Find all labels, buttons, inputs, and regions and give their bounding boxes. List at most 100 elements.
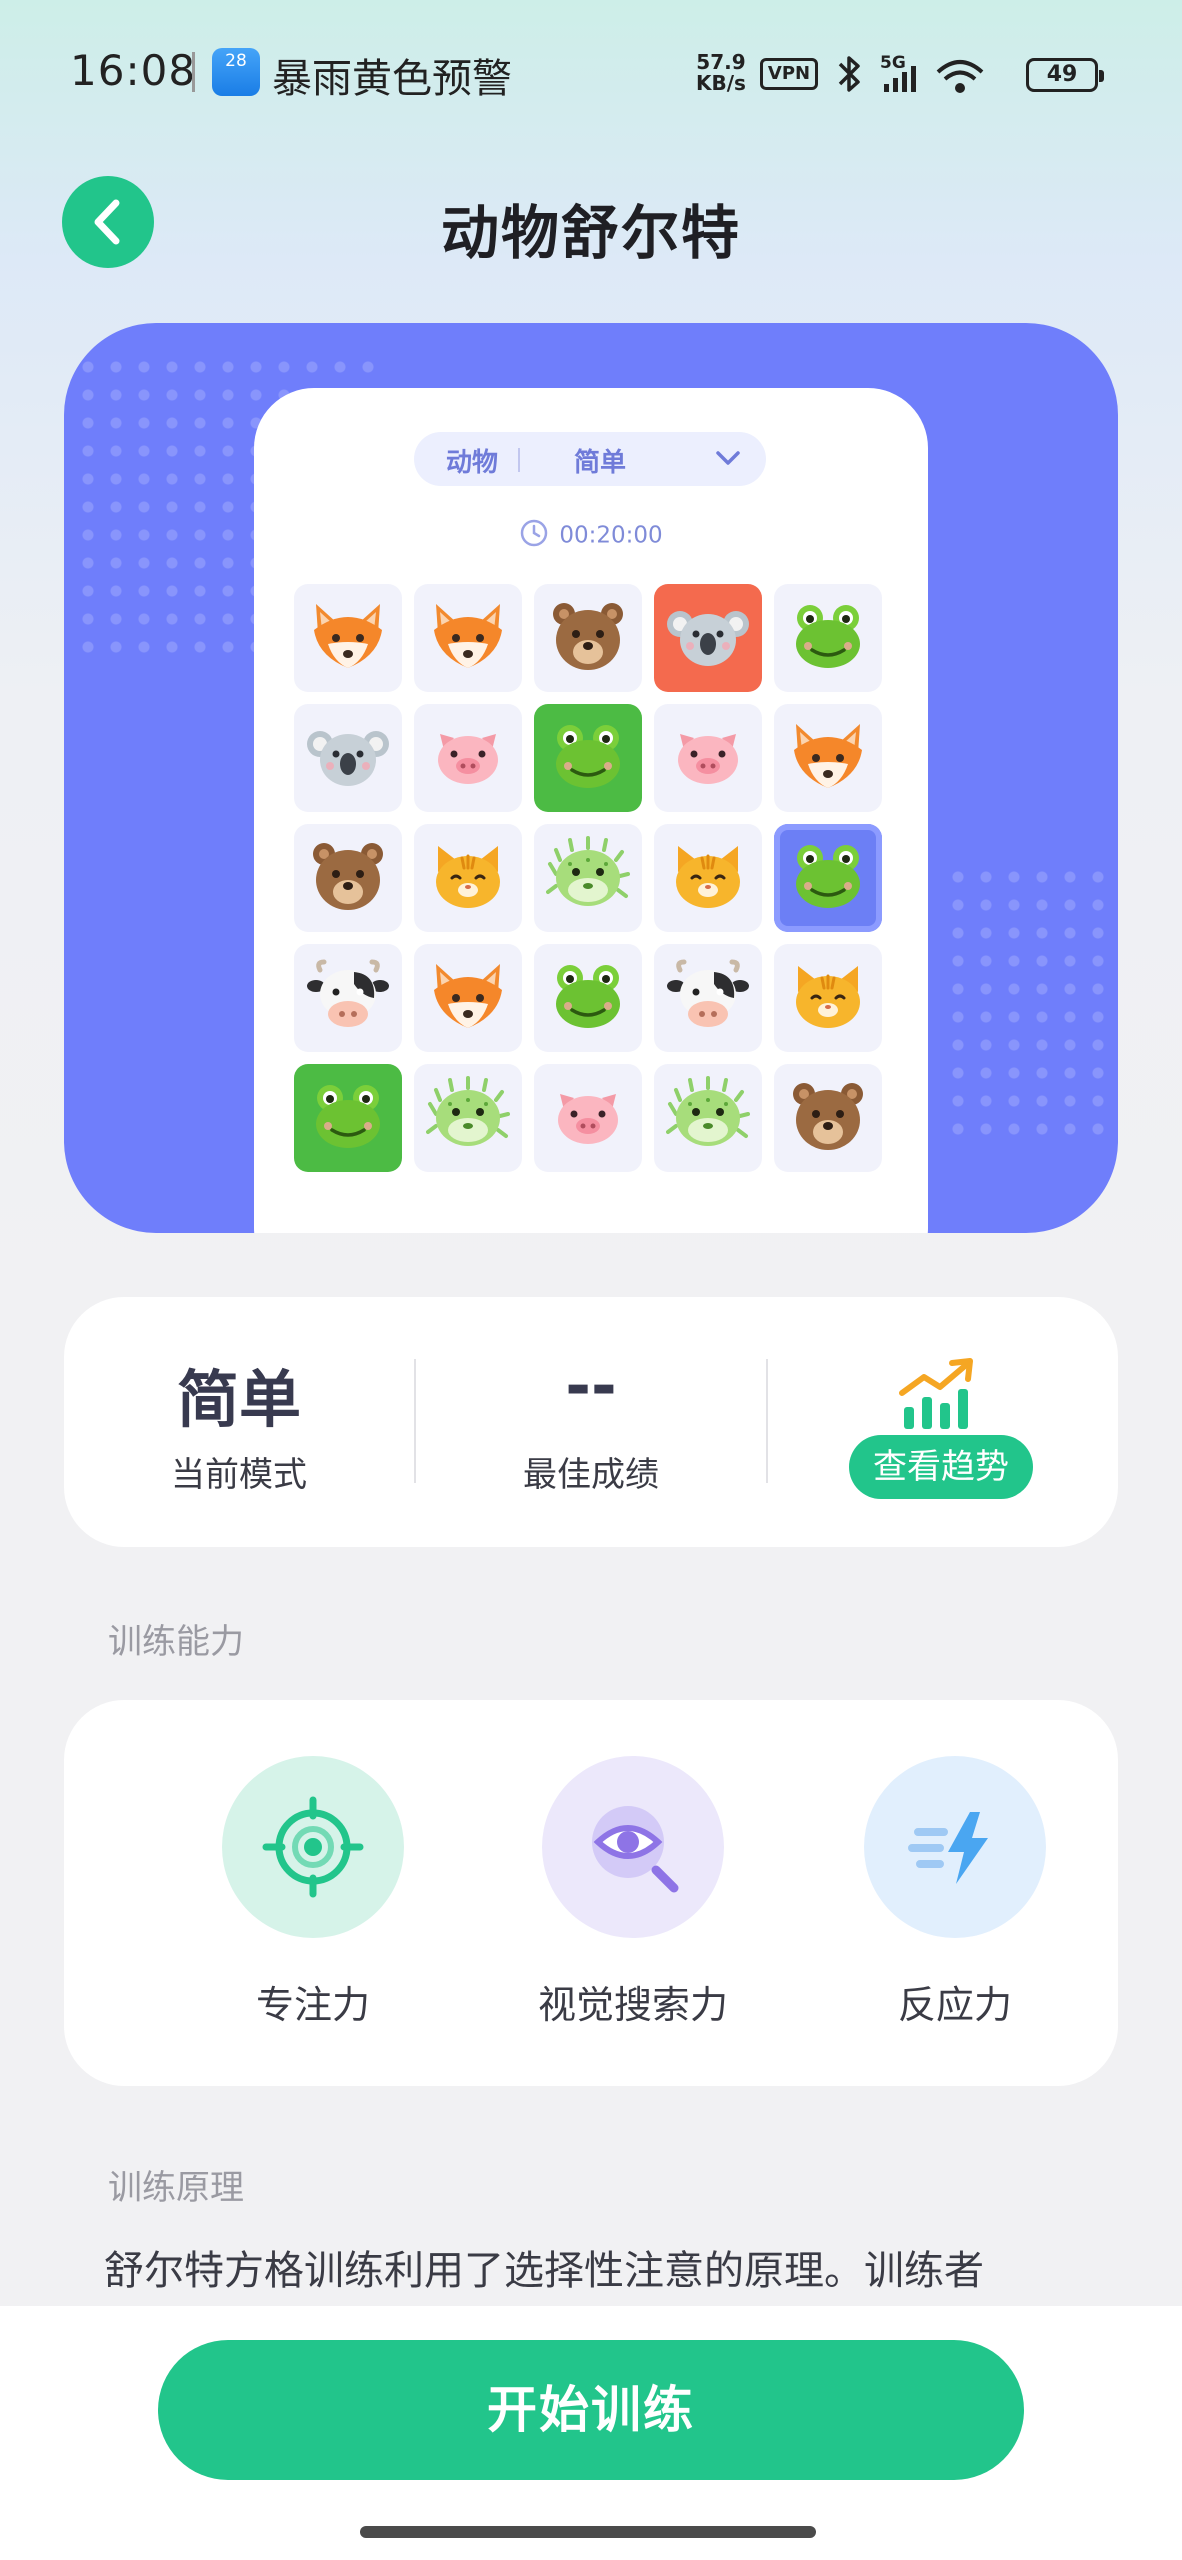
cow-icon bbox=[666, 954, 750, 1042]
chevron-down-icon bbox=[716, 451, 740, 465]
frog-icon bbox=[306, 1074, 390, 1162]
grid-cell bbox=[774, 1064, 882, 1172]
grid-cell bbox=[774, 824, 882, 932]
grid-cell bbox=[414, 704, 522, 812]
pufferfish-icon bbox=[546, 834, 630, 922]
fox-icon bbox=[306, 594, 390, 682]
koala-icon bbox=[306, 714, 390, 802]
current-mode-value: 简单 bbox=[176, 1363, 301, 1436]
preview-screen: 动物 简单 00:20:00 bbox=[254, 388, 928, 1233]
category-label: 动物 bbox=[446, 448, 499, 478]
network-type: 5G bbox=[880, 53, 906, 73]
weather-icon: 28 bbox=[212, 48, 260, 96]
grid-cell bbox=[654, 944, 762, 1052]
network-speed: 57.9 KB/s bbox=[696, 52, 746, 94]
weather-alert: 暴雨黄色预警 bbox=[272, 56, 512, 102]
grid-cell bbox=[534, 704, 642, 812]
game-preview: 动物 简单 00:20:00 bbox=[64, 323, 1118, 1233]
frog-icon bbox=[546, 714, 630, 802]
start-training-button[interactable]: 开始训练 bbox=[158, 2340, 1024, 2480]
mode-divider bbox=[518, 448, 520, 472]
grid-cell bbox=[294, 704, 402, 812]
status-time: 16:08 bbox=[70, 46, 197, 95]
grid-cell bbox=[774, 584, 882, 692]
cat-icon bbox=[426, 834, 510, 922]
timer: 00:20:00 bbox=[254, 518, 928, 554]
cat-icon bbox=[786, 954, 870, 1042]
fox-icon bbox=[426, 954, 510, 1042]
grid-cell bbox=[774, 944, 882, 1052]
pig-icon bbox=[426, 714, 510, 802]
view-trend-button[interactable]: 查看趋势 bbox=[849, 1435, 1033, 1499]
mode-selector: 动物 简单 bbox=[414, 432, 766, 486]
stats-card: 简单 当前模式 -- 最佳成绩 查看趋势 bbox=[64, 1297, 1118, 1547]
schulte-grid bbox=[294, 584, 894, 1172]
principle-text: 舒尔特方格训练利用了选择性注意的原理。训练者 bbox=[104, 2248, 984, 2294]
grid-cell bbox=[534, 944, 642, 1052]
grid-cell bbox=[654, 824, 762, 932]
bear-icon bbox=[306, 834, 390, 922]
grid-cell bbox=[654, 704, 762, 812]
grid-cell bbox=[294, 1064, 402, 1172]
status-separator bbox=[192, 52, 195, 92]
pig-icon bbox=[546, 1074, 630, 1162]
grid-cell bbox=[534, 824, 642, 932]
network-speed-value: 57.9 bbox=[696, 50, 746, 74]
pufferfish-icon bbox=[426, 1074, 510, 1162]
grid-cell bbox=[654, 584, 762, 692]
current-mode-label: 当前模式 bbox=[171, 1455, 307, 1495]
best-score-label: 最佳成绩 bbox=[523, 1455, 659, 1495]
fox-icon bbox=[786, 714, 870, 802]
frog-icon bbox=[786, 594, 870, 682]
grid-cell bbox=[294, 824, 402, 932]
bear-icon bbox=[786, 1074, 870, 1162]
difficulty-label: 简单 bbox=[574, 448, 627, 478]
cat-icon bbox=[666, 834, 750, 922]
bear-icon bbox=[546, 594, 630, 682]
grid-cell bbox=[654, 1064, 762, 1172]
abilities-section-label: 训练能力 bbox=[108, 1622, 244, 1662]
koala-icon bbox=[666, 594, 750, 682]
grid-cell bbox=[534, 1064, 642, 1172]
vpn-badge: VPN bbox=[760, 58, 818, 90]
lightning-icon bbox=[864, 1756, 1046, 1938]
status-icons: 5G bbox=[834, 50, 1014, 106]
home-indicator[interactable] bbox=[360, 2526, 816, 2538]
timer-value: 00:20:00 bbox=[559, 522, 663, 549]
network-speed-unit: KB/s bbox=[696, 71, 746, 95]
bottom-bar: 开始训练 bbox=[0, 2306, 1182, 2560]
battery-icon: 49 bbox=[1026, 58, 1104, 92]
cow-icon bbox=[306, 954, 390, 1042]
ability-label: 视觉搜索力 bbox=[537, 1983, 728, 2027]
eye-search-icon bbox=[542, 1756, 724, 1938]
trend-chart-icon bbox=[899, 1358, 973, 1429]
status-bar: 16:08 28 暴雨黄色预警 57.9 KB/s VPN 5G 49 bbox=[0, 0, 1182, 150]
best-score-stat: -- 最佳成绩 bbox=[416, 1297, 766, 1547]
trend-stat bbox=[768, 1297, 1118, 1547]
target-icon bbox=[222, 1756, 404, 1938]
frog-icon bbox=[546, 954, 630, 1042]
ability-label: 专注力 bbox=[255, 1983, 370, 2027]
grid-cell bbox=[294, 944, 402, 1052]
page-title: 动物舒尔特 bbox=[440, 199, 741, 267]
fox-icon bbox=[426, 594, 510, 682]
grid-cell bbox=[774, 704, 882, 812]
grid-cell bbox=[414, 944, 522, 1052]
grid-cell bbox=[414, 1064, 522, 1172]
grid-cell bbox=[534, 584, 642, 692]
ability-focus: 专注力 bbox=[172, 1756, 452, 2056]
principle-section-label: 训练原理 bbox=[108, 2168, 244, 2208]
abilities-card: 专注力 视觉搜索力 反应力 bbox=[64, 1700, 1118, 2086]
decor-dots bbox=[944, 863, 1118, 1143]
best-score-value: -- bbox=[565, 1349, 617, 1422]
weather-badge: 28 bbox=[225, 51, 247, 71]
grid-cell bbox=[414, 584, 522, 692]
current-mode-stat: 简单 当前模式 bbox=[64, 1297, 414, 1547]
ability-reaction: 反应力 bbox=[814, 1756, 1094, 2056]
grid-cell bbox=[414, 824, 522, 932]
ability-visual-search: 视觉搜索力 bbox=[492, 1756, 772, 2056]
pufferfish-icon bbox=[666, 1074, 750, 1162]
clock-icon bbox=[521, 519, 548, 547]
ability-label: 反应力 bbox=[897, 1983, 1012, 2027]
pig-icon bbox=[666, 714, 750, 802]
